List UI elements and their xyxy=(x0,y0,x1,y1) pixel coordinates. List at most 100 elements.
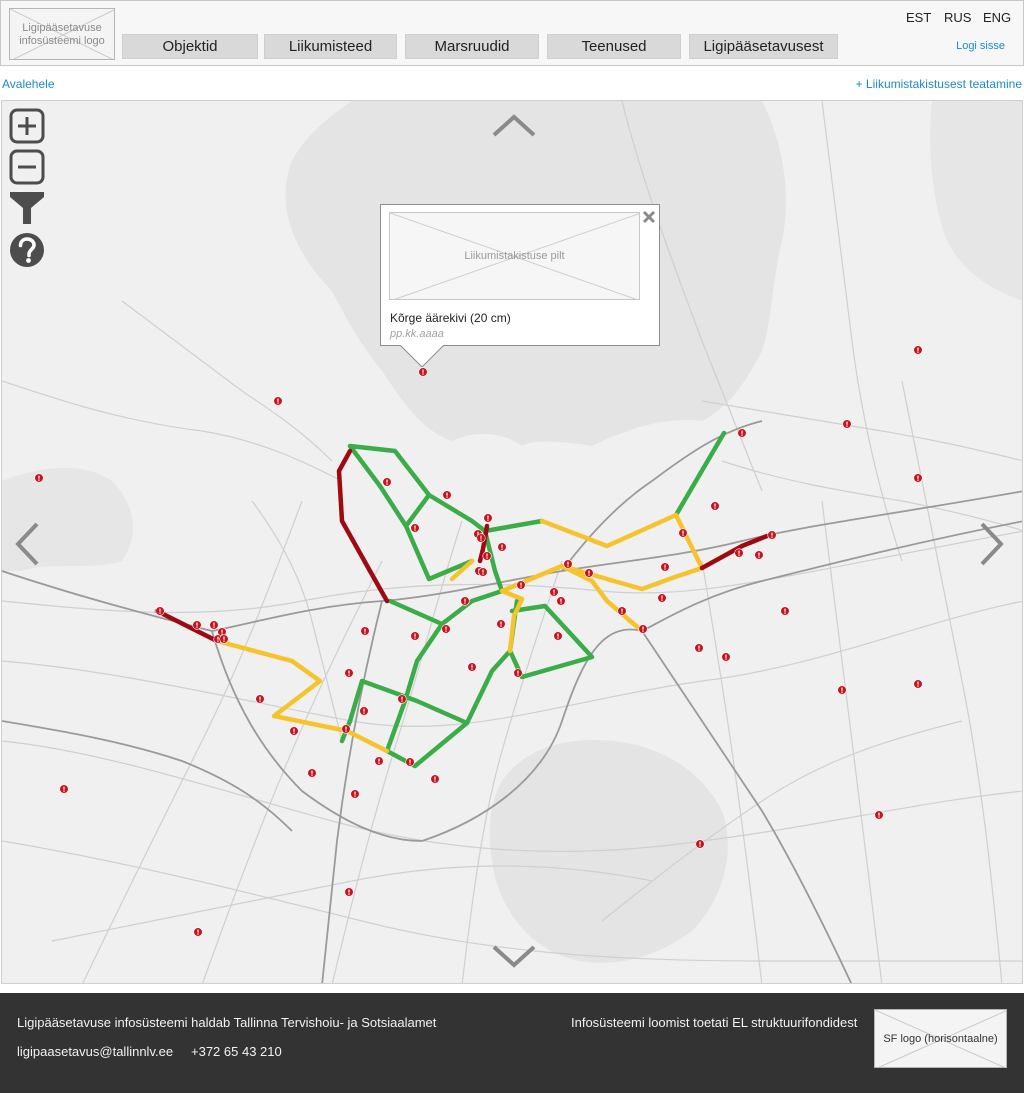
obstacle-marker-icon[interactable] xyxy=(553,631,563,641)
logo-text: Ligipääsetavuse infosüsteemi logo xyxy=(19,22,105,47)
obstacle-marker-icon[interactable] xyxy=(482,551,492,561)
obstacle-marker-icon[interactable] xyxy=(617,606,627,616)
obstacle-marker-icon[interactable] xyxy=(549,587,559,597)
obstacle-marker-icon[interactable] xyxy=(874,810,884,820)
report-obstacle-link[interactable]: + Liikumistakistusest teatamine xyxy=(856,77,1022,91)
chevron-left-icon[interactable] xyxy=(13,521,41,567)
obstacle-marker-icon[interactable] xyxy=(193,927,203,937)
popup-pointer xyxy=(400,345,445,367)
obstacle-marker-icon[interactable] xyxy=(255,694,265,704)
obstacle-marker-icon[interactable] xyxy=(467,662,477,672)
footer-funding: Infosüsteemi loomist toetati EL struktuu… xyxy=(571,1015,858,1030)
zoom-out-icon[interactable] xyxy=(9,149,45,185)
obstacle-marker-icon[interactable] xyxy=(754,550,764,560)
obstacle-marker-icon[interactable] xyxy=(350,789,360,799)
nav-liikumisteed[interactable]: Liikumisteed xyxy=(264,34,397,59)
obstacle-marker-icon[interactable] xyxy=(516,580,526,590)
obstacle-marker-icon[interactable] xyxy=(410,631,420,641)
obstacle-image: Liikumistakistuse pilt xyxy=(389,212,640,300)
obstacle-marker-icon[interactable] xyxy=(341,724,351,734)
obstacle-marker-icon[interactable] xyxy=(219,634,229,644)
login-link[interactable]: Logi sisse xyxy=(956,40,1005,52)
obstacle-marker-icon[interactable] xyxy=(273,396,283,406)
obstacle-marker-icon[interactable] xyxy=(405,757,415,767)
obstacle-title: Kõrge äärekivi (20 cm) xyxy=(390,311,511,325)
obstacle-marker-icon[interactable] xyxy=(584,568,594,578)
obstacle-marker-icon[interactable] xyxy=(513,668,523,678)
obstacle-marker-icon[interactable] xyxy=(660,562,670,572)
nav-objektid[interactable]: Objektid xyxy=(122,34,258,59)
chevron-down-icon[interactable] xyxy=(491,943,537,969)
obstacle-date: pp.kk.aaaa xyxy=(390,328,444,340)
obstacle-marker-icon[interactable] xyxy=(397,694,407,704)
obstacle-marker-icon[interactable] xyxy=(913,473,923,483)
obstacle-marker-icon[interactable] xyxy=(410,523,420,533)
obstacle-marker-icon[interactable] xyxy=(59,784,69,794)
obstacle-marker-icon[interactable] xyxy=(209,620,219,630)
obstacle-marker-icon[interactable] xyxy=(192,620,202,630)
obstacle-marker-icon[interactable] xyxy=(359,706,369,716)
obstacle-marker-icon[interactable] xyxy=(694,643,704,653)
obstacle-marker-icon[interactable] xyxy=(710,501,720,511)
obstacle-marker-icon[interactable] xyxy=(737,428,747,438)
obstacle-marker-icon[interactable] xyxy=(913,679,923,689)
footer-maintainer: Ligipääsetavuse infosüsteemi haldab Tall… xyxy=(17,1015,437,1030)
footer-phone: +372 65 43 210 xyxy=(191,1044,282,1059)
obstacle-marker-icon[interactable] xyxy=(842,419,852,429)
obstacle-marker-icon[interactable] xyxy=(695,839,705,849)
lang-rus[interactable]: RUS xyxy=(944,10,971,25)
obstacle-marker-icon[interactable] xyxy=(497,542,507,552)
nav-marsruudid[interactable]: Marsruudid xyxy=(405,34,539,59)
obstacle-marker-icon[interactable] xyxy=(678,528,688,538)
obstacle-marker-icon[interactable] xyxy=(657,593,667,603)
obstacle-marker-icon[interactable] xyxy=(556,596,566,606)
chevron-right-icon[interactable] xyxy=(978,521,1006,567)
site-logo[interactable]: Ligipääsetavuse infosüsteemi logo xyxy=(9,8,115,60)
obstacle-marker-icon[interactable] xyxy=(34,473,44,483)
nav-ligipaasetavusest[interactable]: Ligipääsetavusest xyxy=(689,34,838,59)
filter-icon[interactable] xyxy=(9,190,45,226)
obstacle-popup: Liikumistakistuse pilt Kõrge äärekivi (2… xyxy=(380,204,660,346)
obstacle-image-label: Liikumistakistuse pilt xyxy=(464,250,565,262)
obstacle-marker-icon[interactable] xyxy=(155,606,165,616)
obstacle-marker-icon[interactable] xyxy=(441,624,451,634)
obstacle-marker-icon[interactable] xyxy=(344,668,354,678)
breadcrumb-bar: Avalehele + Liikumistakistusest teatamin… xyxy=(0,66,1024,100)
chevron-up-icon[interactable] xyxy=(491,113,537,139)
obstacle-marker-icon[interactable] xyxy=(344,887,354,897)
obstacle-marker-icon[interactable] xyxy=(374,756,384,766)
obstacle-marker-icon[interactable] xyxy=(360,626,370,636)
obstacle-marker-icon[interactable] xyxy=(638,624,648,634)
obstacle-marker-icon[interactable] xyxy=(837,685,847,695)
obstacle-marker-icon[interactable] xyxy=(721,652,731,662)
obstacle-marker-icon[interactable] xyxy=(767,530,777,540)
zoom-in-icon[interactable] xyxy=(9,108,45,144)
obstacle-marker-icon[interactable] xyxy=(496,619,506,629)
obstacle-marker-icon[interactable] xyxy=(307,768,317,778)
obstacle-marker-icon[interactable] xyxy=(460,596,470,606)
obstacle-marker-icon[interactable] xyxy=(734,548,744,558)
footer-email[interactable]: ligipaasetavus@tallinnlv.ee xyxy=(17,1044,173,1059)
help-icon[interactable] xyxy=(9,232,45,268)
nav-teenused[interactable]: Teenused xyxy=(547,34,681,59)
obstacle-marker-icon[interactable] xyxy=(478,567,488,577)
obstacle-marker-icon[interactable] xyxy=(563,559,573,569)
lang-est[interactable]: EST xyxy=(906,10,931,25)
map-canvas[interactable]: Liikumistakistuse pilt Kõrge äärekivi (2… xyxy=(1,100,1023,984)
close-icon[interactable] xyxy=(642,210,656,224)
obstacle-marker-icon[interactable] xyxy=(382,477,392,487)
obstacle-marker-icon[interactable] xyxy=(430,774,440,784)
header: Ligipääsetavuse infosüsteemi logo Objekt… xyxy=(0,0,1024,66)
footer: Ligipääsetavuse infosüsteemi haldab Tall… xyxy=(0,993,1024,1093)
obstacle-marker-icon[interactable] xyxy=(483,513,493,523)
obstacle-marker-icon[interactable] xyxy=(418,367,428,377)
obstacle-marker-icon[interactable] xyxy=(442,490,452,500)
breadcrumb-home[interactable]: Avalehele xyxy=(2,77,55,91)
lang-eng[interactable]: ENG xyxy=(983,10,1011,25)
sf-logo: SF logo (horisontaalne) xyxy=(874,1009,1007,1068)
obstacle-marker-icon[interactable] xyxy=(289,726,299,736)
obstacle-marker-icon[interactable] xyxy=(913,345,923,355)
obstacle-marker-icon[interactable] xyxy=(476,533,486,543)
sf-logo-label: SF logo (horisontaalne) xyxy=(883,1033,998,1045)
obstacle-marker-icon[interactable] xyxy=(780,606,790,616)
